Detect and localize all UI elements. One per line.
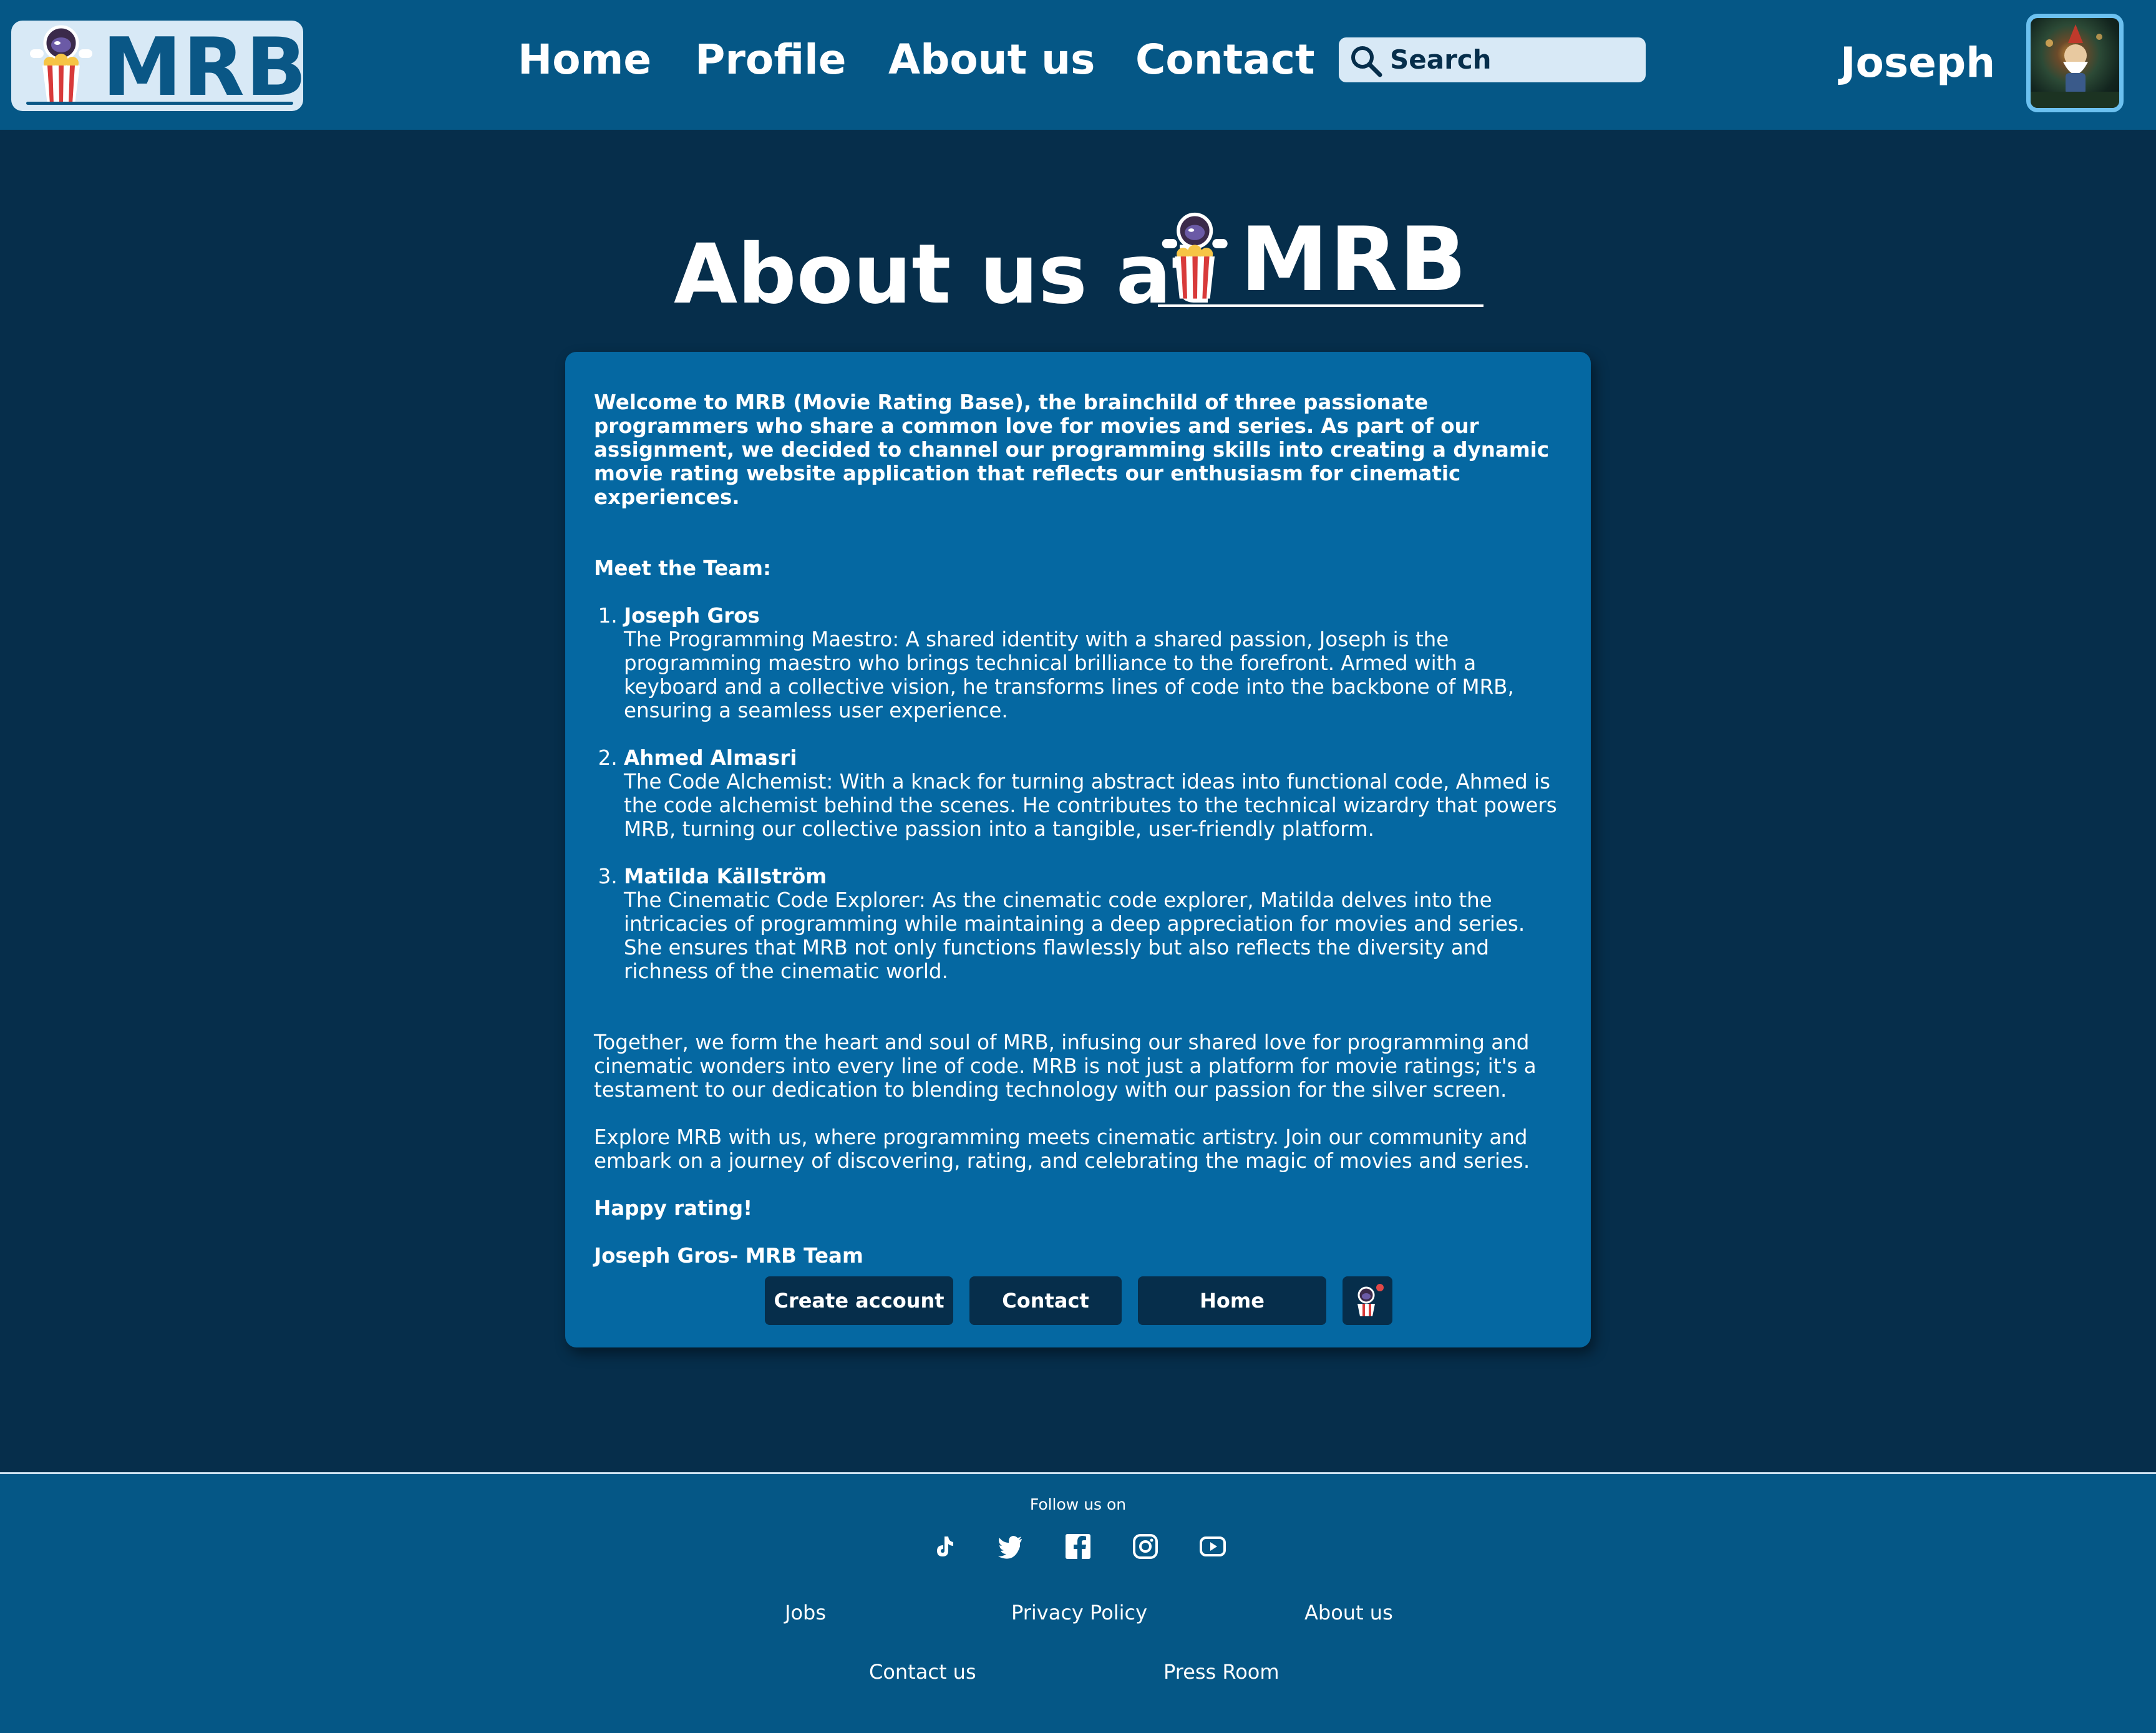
- nav-contact[interactable]: Contact: [1135, 30, 1315, 90]
- explore-paragraph: Explore MRB with us, where programming m…: [594, 1125, 1530, 1173]
- username[interactable]: Joseph: [1840, 35, 1995, 91]
- team-member-name: Joseph Gros: [624, 604, 760, 628]
- team-member-description: The Code Alchemist: With a knack for tur…: [624, 770, 1557, 841]
- team-list: Joseph Gros The Programming Maestro: A s…: [594, 604, 1567, 983]
- create-account-button[interactable]: Create account: [765, 1276, 953, 1325]
- twitter-icon[interactable]: [996, 1532, 1026, 1561]
- tiktok-icon[interactable]: [928, 1532, 958, 1561]
- home-button[interactable]: Home: [1138, 1276, 1326, 1325]
- footer-link-jobs[interactable]: Jobs: [785, 1600, 826, 1625]
- facebook-icon[interactable]: [1063, 1532, 1093, 1561]
- mascot-button[interactable]: [1343, 1276, 1392, 1325]
- intro-paragraph: Welcome to MRB (Movie Rating Base), the …: [594, 391, 1550, 509]
- footer-link-privacy-policy[interactable]: Privacy Policy: [1011, 1600, 1147, 1625]
- astronaut-popcorn-mascot-icon: [30, 25, 92, 104]
- site-logo[interactable]: MRB: [11, 21, 307, 112]
- top-navbar: MRB Home Profile About us Contact Search…: [0, 0, 2156, 130]
- footer: Follow us on Jobs Privacy Policy About u…: [0, 1472, 2156, 1733]
- search-placeholder: Search: [1390, 44, 1492, 75]
- team-member: Joseph Gros The Programming Maestro: A s…: [624, 604, 1567, 722]
- search-input[interactable]: Search: [1339, 37, 1646, 82]
- avatar-image: [2031, 24, 2119, 108]
- title-logo-text: MRB: [1240, 208, 1468, 311]
- footer-link-contact-us[interactable]: Contact us: [869, 1659, 976, 1684]
- page-title: About us at: [674, 226, 1212, 323]
- team-member-description: The Cinematic Code Explorer: As the cine…: [624, 888, 1525, 983]
- footer-link-about-us[interactable]: About us: [1304, 1600, 1393, 1625]
- nav-home[interactable]: Home: [518, 30, 651, 90]
- youtube-icon[interactable]: [1198, 1532, 1228, 1561]
- follow-us-label: Follow us on: [1029, 1495, 1127, 1513]
- search-icon: [1351, 46, 1382, 77]
- astronaut-popcorn-mascot-icon: [1162, 212, 1228, 299]
- logo-underline: [26, 102, 293, 105]
- team-member-name: Matilda Källström: [624, 865, 827, 888]
- title-logo: MRB: [1158, 211, 1483, 311]
- nav-profile[interactable]: Profile: [695, 30, 847, 90]
- instagram-icon[interactable]: [1130, 1532, 1160, 1561]
- team-heading: Meet the Team:: [594, 556, 771, 580]
- card-actions: Create account Contact Home: [565, 1276, 1591, 1326]
- signature-text: Joseph Gros- MRB Team: [594, 1244, 863, 1268]
- contact-button[interactable]: Contact: [969, 1276, 1122, 1325]
- team-member-description: The Programming Maestro: A shared identi…: [624, 628, 1514, 722]
- about-content: Welcome to MRB (Movie Rating Base), the …: [594, 391, 1567, 1268]
- about-card: Welcome to MRB (Movie Rating Base), the …: [565, 352, 1591, 1347]
- team-member-name: Ahmed Almasri: [624, 746, 797, 770]
- team-member: Ahmed Almasri The Code Alchemist: With a…: [624, 746, 1567, 841]
- nav-about-us[interactable]: About us: [888, 30, 1095, 90]
- team-member: Matilda Källström The Cinematic Code Exp…: [624, 865, 1567, 983]
- astronaut-mascot-icon: [1357, 1284, 1384, 1316]
- footer-link-press-room[interactable]: Press Room: [1163, 1659, 1280, 1684]
- logo-text: MRB: [102, 21, 308, 114]
- avatar[interactable]: [2026, 14, 2124, 112]
- title-logo-underline: [1158, 304, 1483, 307]
- together-paragraph: Together, we form the heart and soul of …: [594, 1031, 1537, 1102]
- closing-text: Happy rating!: [594, 1197, 753, 1220]
